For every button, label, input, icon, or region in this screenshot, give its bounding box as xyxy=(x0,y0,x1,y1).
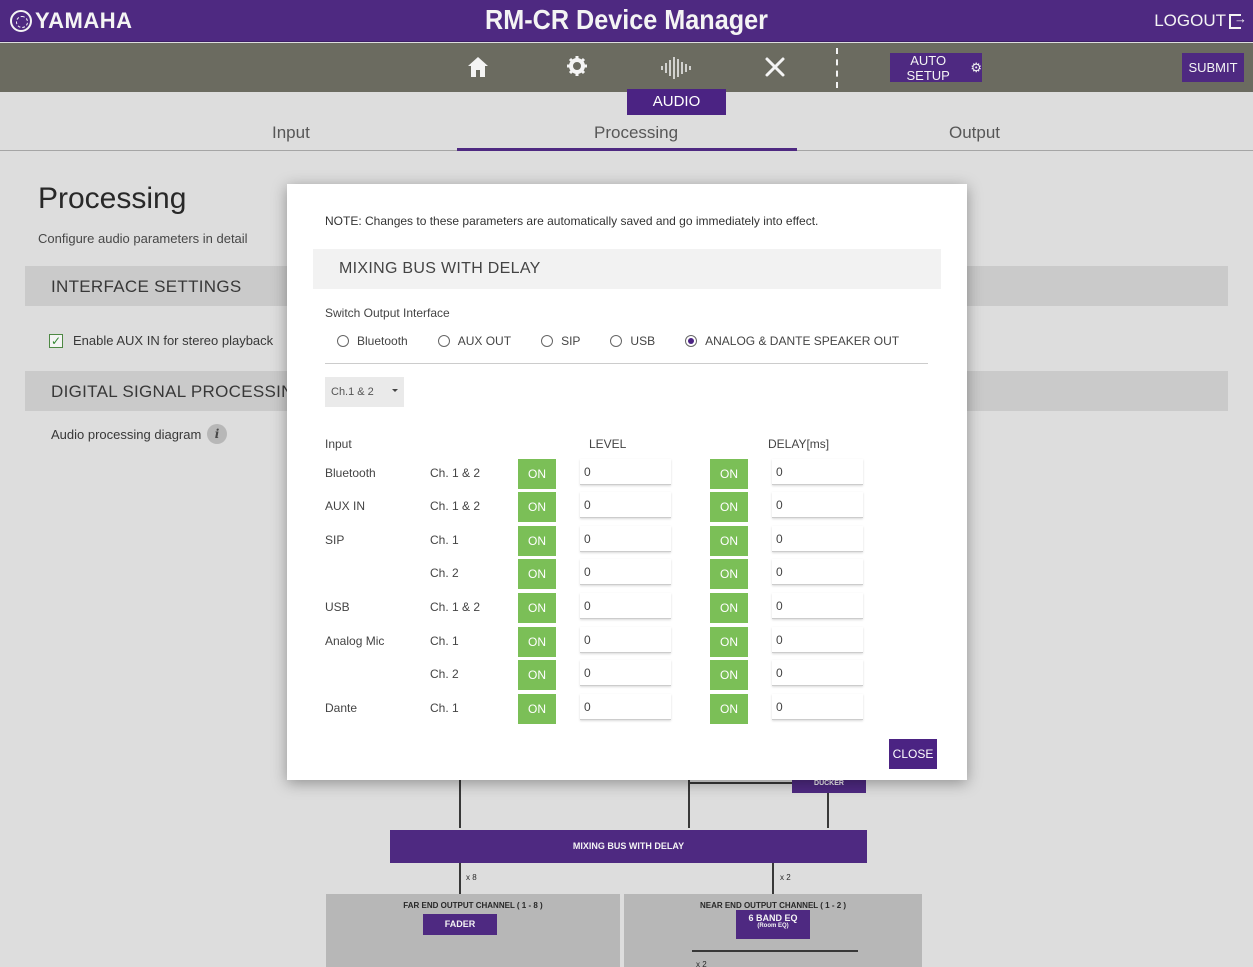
radio-aux-out[interactable]: AUX OUT xyxy=(437,334,512,348)
row-input-label: Bluetooth xyxy=(325,466,376,480)
row-input-label: AUX IN xyxy=(325,499,366,513)
row-input-label: USB xyxy=(325,600,350,614)
column-header-delay: DELAY[ms] xyxy=(768,437,830,451)
channel-select[interactable]: Ch.1 & 2 xyxy=(325,377,404,407)
autosave-note: NOTE: Changes to these parameters are au… xyxy=(325,214,819,228)
modal-title: MIXING BUS WITH DELAY xyxy=(339,260,541,277)
radio-label: USB xyxy=(630,334,656,348)
level-input[interactable] xyxy=(580,459,671,485)
level-on-button[interactable]: ON xyxy=(518,559,556,589)
level-on-button[interactable]: ON xyxy=(518,627,556,657)
column-header-input: Input xyxy=(325,437,352,451)
row-channel-label: Ch. 2 xyxy=(430,667,459,681)
level-input[interactable] xyxy=(580,492,671,518)
row-channel-label: Ch. 1 & 2 xyxy=(430,600,481,614)
switch-output-label: Switch Output Interface xyxy=(325,306,450,320)
level-on-button[interactable]: ON xyxy=(518,492,556,522)
close-button[interactable]: CLOSE xyxy=(889,739,937,769)
level-on-button[interactable]: ON xyxy=(518,694,556,724)
mixing-bus-modal: NOTE: Changes to these parameters are au… xyxy=(287,184,967,780)
delay-on-button[interactable]: ON xyxy=(710,660,748,690)
delay-on-button[interactable]: ON xyxy=(710,526,748,556)
level-on-button[interactable]: ON xyxy=(518,526,556,556)
radio-sip[interactable]: SIP xyxy=(541,334,580,348)
radio-bluetooth[interactable]: Bluetooth xyxy=(337,334,408,348)
level-input[interactable] xyxy=(580,694,671,720)
radio-usb[interactable]: USB xyxy=(610,334,655,348)
delay-input[interactable] xyxy=(772,627,863,653)
delay-input[interactable] xyxy=(772,526,863,552)
radio-dot xyxy=(437,335,450,347)
level-input[interactable] xyxy=(580,660,671,686)
level-on-button[interactable]: ON xyxy=(518,660,556,690)
radio-dot xyxy=(541,335,554,347)
row-channel-label: Ch. 1 xyxy=(430,634,459,648)
level-on-button[interactable]: ON xyxy=(518,459,556,489)
channel-select-value: Ch.1 & 2 xyxy=(331,386,374,398)
row-channel-label: Ch. 1 xyxy=(430,701,459,715)
caret-down-icon xyxy=(392,389,398,392)
level-input[interactable] xyxy=(580,593,671,619)
row-channel-label: Ch. 1 xyxy=(430,533,459,547)
radio-label: ANALOG & DANTE SPEAKER OUT xyxy=(705,334,900,348)
delay-input[interactable] xyxy=(772,694,863,720)
delay-on-button[interactable]: ON xyxy=(710,492,748,522)
row-channel-label: Ch. 1 & 2 xyxy=(430,466,481,480)
radio-analog-dante-speaker-out[interactable]: ANALOG & DANTE SPEAKER OUT xyxy=(685,334,899,348)
delay-input[interactable] xyxy=(772,492,863,518)
level-input[interactable] xyxy=(580,559,671,585)
delay-on-button[interactable]: ON xyxy=(710,593,748,623)
radio-dot-selected xyxy=(685,335,698,347)
radio-dot xyxy=(337,335,349,347)
delay-on-button[interactable]: ON xyxy=(710,627,748,657)
delay-input[interactable] xyxy=(772,660,863,686)
row-input-label: Dante xyxy=(325,701,358,715)
row-channel-label: Ch. 1 & 2 xyxy=(430,499,481,513)
delay-input[interactable] xyxy=(772,459,863,485)
delay-on-button[interactable]: ON xyxy=(710,694,748,724)
row-input-label: SIP xyxy=(325,533,345,547)
column-header-level: LEVEL xyxy=(589,437,627,451)
row-channel-label: Ch. 2 xyxy=(430,566,459,580)
radio-dot xyxy=(610,335,623,347)
level-input[interactable] xyxy=(580,627,671,653)
modal-header: MIXING BUS WITH DELAY xyxy=(313,249,941,289)
level-input[interactable] xyxy=(580,526,671,552)
level-on-button[interactable]: ON xyxy=(518,593,556,623)
radio-label: Bluetooth xyxy=(357,334,408,348)
radio-label: AUX OUT xyxy=(457,334,512,348)
row-input-label: Analog Mic xyxy=(325,634,385,648)
active-section-audio: AUDIO xyxy=(627,89,726,115)
output-interface-radio-group: Bluetooth AUX OUT SIP USB ANALOG & DANTE… xyxy=(337,334,929,348)
modal-divider xyxy=(325,363,928,364)
delay-input[interactable] xyxy=(772,593,863,619)
delay-input[interactable] xyxy=(772,559,863,585)
radio-label: SIP xyxy=(561,334,581,348)
delay-on-button[interactable]: ON xyxy=(710,559,748,589)
delay-on-button[interactable]: ON xyxy=(710,459,748,489)
